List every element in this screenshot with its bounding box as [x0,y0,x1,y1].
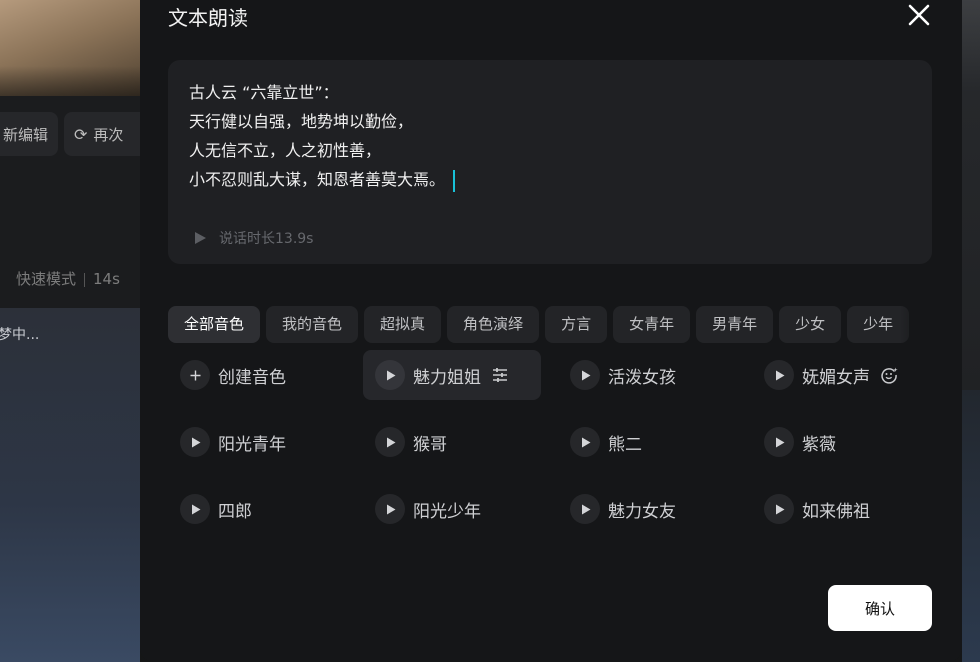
play-icon [774,370,785,381]
tab-3[interactable]: 超拟真 [364,306,442,343]
background-app: 新编辑 ⟳ 再次 快速模式 14s 梦中... [0,0,140,662]
voice-label: 阳光少年 [413,501,481,522]
tabs-scroll-fade [900,306,940,344]
play-icon [195,232,206,244]
voice-label: 魅力女友 [608,501,676,522]
mode-duration: 14s [93,270,120,288]
speech-text: 古人云 “六靠立世”： 天行健以自强，地势坤以勤俭， 人无信不立，人之初性善， … [189,78,456,194]
close-button[interactable] [906,2,932,28]
voice-play-button[interactable] [570,427,600,457]
voice-item-7[interactable]: 熊二 [558,417,736,467]
voice-item-6[interactable]: 猴哥 [363,417,541,467]
re-edit-label: 新编辑 [2,125,48,144]
mode-indicator: 快速模式 14s [16,268,120,289]
tab-7[interactable]: 男青年 [696,306,774,343]
add-voice-button[interactable] [180,360,210,390]
tab-1[interactable]: 全部音色 [168,306,261,343]
tab-4[interactable]: 角色演绎 [447,306,540,343]
re-edit-button[interactable]: 新编辑 [0,112,58,156]
voice-label: 创建音色 [218,367,286,388]
voice-label: 如来佛祖 [802,501,870,522]
voice-label: 熊二 [608,434,642,455]
settings-sliders-icon[interactable] [491,366,509,384]
play-icon [774,437,785,448]
dialog-title: 文本朗读 [168,6,248,30]
voice-play-button[interactable] [375,360,405,390]
background-panel-text: 梦中... [0,327,40,343]
emotion-face-icon[interactable] [880,366,898,384]
text-line-2: 天行健以自强，地势坤以勤俭， [189,112,414,131]
voice-label: 活泼女孩 [608,367,676,388]
tab-5[interactable]: 方言 [545,306,608,343]
regenerate-button[interactable]: ⟳ 再次 [64,112,140,156]
duration-label: 说话时长13.9s [219,231,314,247]
voice-category-tabs: 全部音色 我的音色 超拟真 角色演绎 方言 女青年 男青年 少女 少年 [168,306,934,344]
voice-item-11[interactable]: 魅力女友 [558,484,736,534]
play-icon [385,370,396,381]
text-input-area[interactable]: 古人云 “六靠立世”： 天行健以自强，地势坤以勤俭， 人无信不立，人之初性善， … [168,60,932,264]
voice-item-9[interactable]: 四郎 [168,484,346,534]
play-icon [774,504,785,515]
voice-item-12[interactable]: 如来佛祖 [752,484,930,534]
voice-play-button[interactable] [570,494,600,524]
voice-play-button[interactable] [764,360,794,390]
play-icon [190,504,201,515]
regenerate-label: 再次 [93,125,124,144]
text-line-1: 古人云 “六靠立世”： [189,83,339,102]
voice-list: 创建音色 魅力姐姐 活泼女孩 妩媚女声阳光青年 猴哥 熊二 紫薇四郎 阳光少年 魅力女友 如来佛祖 [168,350,948,564]
background-preview-panel: 梦中... [0,308,140,662]
tab-2[interactable]: 我的音色 [266,306,359,343]
text-line-4-content: 小不忍则乱大谋，知恩者善莫大焉。 [189,170,446,189]
text-line-4: 小不忍则乱大谋，知恩者善莫大焉。 [189,165,456,194]
divider [84,272,86,287]
background-right-panel [962,390,980,662]
voice-item-3[interactable]: 活泼女孩 [558,350,736,400]
play-icon [580,504,591,515]
play-icon [580,370,591,381]
voice-label: 四郎 [218,501,252,522]
voice-item-8[interactable]: 紫薇 [752,417,930,467]
voice-label: 魅力姐姐 [413,367,481,388]
mode-label: 快速模式 [16,270,77,288]
voice-play-button[interactable] [570,360,600,390]
voice-item-2[interactable]: 魅力姐姐 [363,350,541,400]
voice-play-button[interactable] [764,494,794,524]
voice-play-button[interactable] [180,494,210,524]
voice-play-button[interactable] [764,427,794,457]
voice-play-button[interactable] [375,427,405,457]
voice-label: 阳光青年 [218,434,286,455]
voice-play-button[interactable] [180,427,210,457]
tab-6[interactable]: 女青年 [613,306,691,343]
voice-item-5[interactable]: 阳光青年 [168,417,346,467]
play-icon [385,437,396,448]
text-line-3: 人无信不立，人之初性善， [189,141,382,160]
voice-play-button[interactable] [375,494,405,524]
confirm-label: 确认 [864,599,895,618]
voice-label: 紫薇 [802,434,836,455]
play-icon [580,437,591,448]
play-icon [190,437,201,448]
screen: 新编辑 ⟳ 再次 快速模式 14s 梦中... 文本朗读 古人云 “六靠立世”： … [0,0,980,662]
close-icon [908,4,930,26]
duration-preview[interactable]: 说话时长13.9s [193,228,313,248]
voice-item-10[interactable]: 阳光少年 [363,484,541,534]
voice-label: 猴哥 [413,434,447,455]
voice-item-1[interactable]: 创建音色 [168,350,346,400]
play-icon [385,504,396,515]
refresh-icon: ⟳ [74,124,88,144]
text-caret [453,169,456,192]
tab-8[interactable]: 少女 [779,306,842,343]
voice-item-4[interactable]: 妩媚女声 [752,350,930,400]
voice-label: 妩媚女声 [802,367,870,388]
plus-icon [190,370,201,381]
text-to-speech-dialog: 文本朗读 古人云 “六靠立世”： 天行健以自强，地势坤以勤俭， 人无信不立，人之… [140,0,962,662]
confirm-button[interactable]: 确认 [828,585,932,631]
video-thumbnail [0,0,140,96]
